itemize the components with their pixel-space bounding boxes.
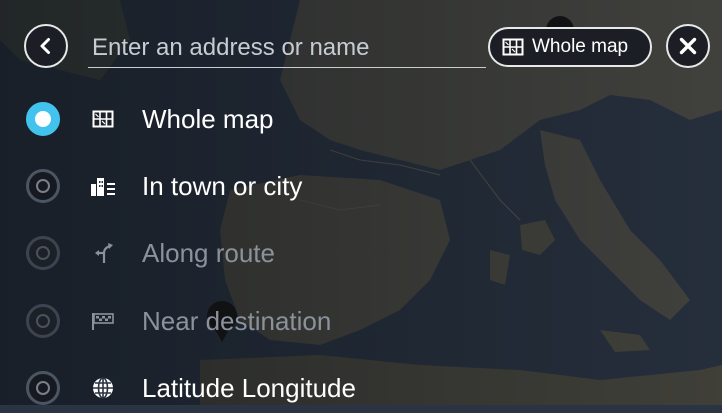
search-input[interactable] <box>88 28 486 68</box>
radio-button[interactable] <box>26 102 60 136</box>
option-label: In town or city <box>142 170 303 201</box>
option-in-town-or-city[interactable]: In town or city <box>26 161 446 211</box>
radio-button[interactable] <box>26 236 60 270</box>
globe-icon <box>93 377 113 399</box>
city-buildings-icon <box>91 178 115 196</box>
search-scope-label: Whole map <box>532 36 629 57</box>
option-label: Along route <box>142 237 275 268</box>
along-route-icon <box>95 243 113 263</box>
map-grid-icon <box>502 38 524 56</box>
radio-button[interactable] <box>26 371 60 405</box>
radio-button[interactable] <box>26 304 60 338</box>
close-button[interactable] <box>666 24 710 68</box>
search-scope-button[interactable]: Whole map <box>488 27 652 67</box>
chevron-left-icon <box>40 38 50 54</box>
option-along-route[interactable]: Along route <box>26 228 446 278</box>
checkered-flag-icon <box>92 313 114 330</box>
option-latitude-longitude[interactable]: Latitude Longitude <box>26 363 446 413</box>
option-whole-map[interactable]: Whole map <box>26 94 446 144</box>
option-label: Latitude Longitude <box>142 372 356 403</box>
close-icon <box>679 37 697 55</box>
back-button[interactable] <box>24 24 68 68</box>
radio-button[interactable] <box>26 169 60 203</box>
search-options-panel: Whole map Whole map <box>0 0 722 405</box>
map-grid-icon <box>92 110 114 128</box>
option-near-destination[interactable]: Near destination <box>26 296 446 346</box>
option-label: Near destination <box>142 305 332 336</box>
option-label: Whole map <box>142 103 274 134</box>
search-field[interactable] <box>88 28 486 72</box>
